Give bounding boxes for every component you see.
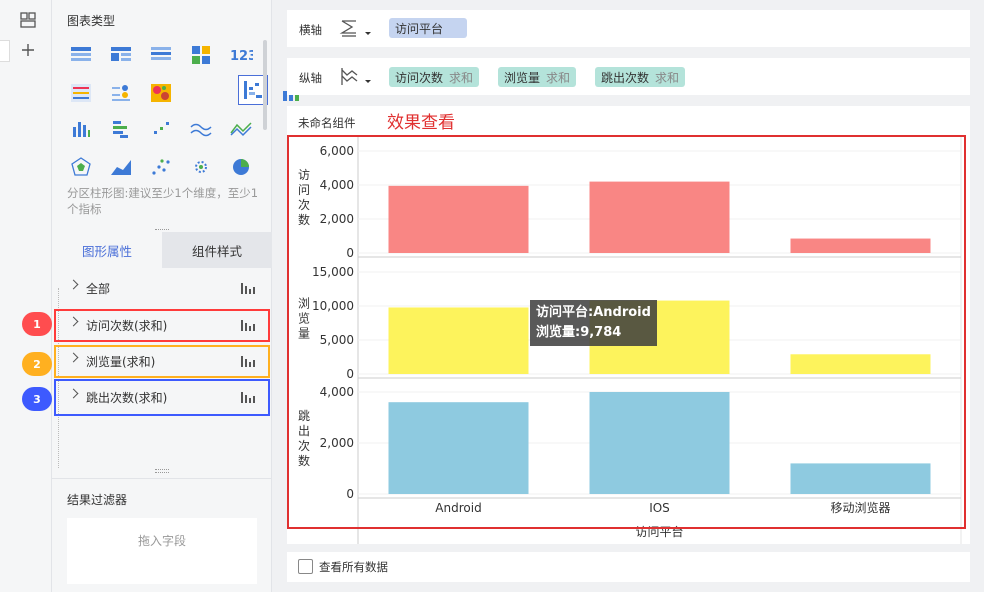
bubble-chart-icon[interactable] (188, 154, 214, 180)
footer-bar: 查看所有数据 (287, 552, 970, 582)
y-field-pill-bounces[interactable]: 跳出次数 求和 (595, 67, 686, 87)
effect-annotation: 效果查看 (387, 113, 455, 133)
step-badge-1: 1 (22, 312, 52, 336)
column-chart-icon[interactable] (68, 116, 94, 142)
chevron-right-icon (68, 316, 79, 327)
svg-text:123: 123 (230, 49, 253, 64)
chart-type-grid: 123 (52, 0, 299, 180)
add-icon[interactable] (20, 42, 36, 58)
tab-graphic-properties[interactable]: 图形属性 (52, 232, 162, 268)
bar-chart-icon (240, 318, 256, 335)
prop-label: 浏览量(求和) (86, 354, 156, 369)
property-panel: 图表类型 123 分区柱形图:建议至少1个维度，至少1个指标 图形属性 组件样式… (52, 0, 299, 592)
pie-chart-icon[interactable] (228, 154, 254, 180)
x-axis-type-icon[interactable] (339, 18, 375, 40)
prop-pageviews[interactable]: 浏览量(求和) (52, 345, 270, 377)
scorecard-icon[interactable] (108, 80, 134, 106)
bar-chart-icon (240, 354, 256, 371)
filter-drop-zone[interactable]: 拖入字段 (67, 518, 257, 584)
filter-title: 结果过滤器 (67, 493, 128, 507)
color-table-icon[interactable] (188, 42, 214, 68)
heatmap-icon[interactable] (148, 80, 174, 106)
chart-tooltip: 访问平台:Android 浏览量:9,784 (530, 300, 657, 346)
chevron-right-icon (68, 388, 79, 399)
y-axis-label: 纵轴 (299, 71, 322, 85)
tooltip-line-1: 访问平台:Android (536, 305, 651, 320)
scatter-chart-icon[interactable] (148, 154, 174, 180)
chart-hint: 分区柱形图:建议至少1个维度，至少1个指标 (67, 186, 259, 216)
section-divider (52, 478, 272, 479)
bar-chart-icon (240, 390, 256, 407)
prop-visits[interactable]: 访问次数(求和) (52, 309, 270, 341)
table-icon[interactable] (68, 42, 94, 68)
y-axis-type-icon[interactable] (339, 66, 375, 88)
scatter-bar-icon[interactable] (148, 116, 174, 142)
line-chart-icon[interactable] (188, 116, 214, 142)
chevron-right-icon (68, 279, 79, 290)
tooltip-line-2: 浏览量:9,784 (536, 325, 622, 340)
x-axis-label: 横轴 (299, 23, 322, 37)
x-field-pill[interactable]: 访问平台 (389, 18, 467, 38)
y-field-pill-pageviews[interactable]: 浏览量 求和 (498, 67, 577, 87)
panel-edge (0, 40, 10, 62)
layout-icon[interactable] (19, 11, 37, 29)
drag-handle-icon[interactable] (155, 469, 169, 473)
show-all-label: 查看所有数据 (319, 560, 388, 574)
prop-all[interactable]: 全部 (52, 272, 270, 304)
prop-label: 跳出次数(求和) (86, 390, 168, 405)
bar-chart-icon[interactable] (108, 116, 134, 142)
radar-chart-icon[interactable] (68, 154, 94, 180)
y-axis-bar: 纵轴 访问次数 求和 浏览量 求和 跳出次数 求和 (287, 58, 970, 95)
tab-component-style[interactable]: 组件样式 (162, 232, 272, 268)
show-all-checkbox[interactable] (298, 559, 313, 574)
polyline-chart-icon[interactable] (228, 116, 254, 142)
step-badge-2: 2 (22, 352, 52, 376)
kpi-table-icon[interactable] (68, 80, 94, 106)
prop-bounces[interactable]: 跳出次数(求和) (52, 381, 270, 413)
component-title: 未命名组件 (298, 116, 356, 130)
bar-chart-icon (240, 281, 256, 298)
y-field-pill-visits[interactable]: 访问次数 求和 (389, 67, 480, 87)
detail-table-icon[interactable] (148, 42, 174, 68)
prop-label: 访问次数(求和) (86, 318, 168, 333)
prop-label: 全部 (86, 281, 111, 296)
step-badge-3: 3 (22, 387, 52, 411)
x-axis-bar: 横轴 访问平台 (287, 10, 970, 47)
cross-table-icon[interactable] (108, 42, 134, 68)
scrollbar[interactable] (263, 40, 267, 130)
chevron-right-icon (68, 352, 79, 363)
kpi-icon[interactable]: 123 (228, 42, 254, 68)
area-chart-icon[interactable] (108, 154, 134, 180)
left-toolbar (0, 0, 52, 592)
